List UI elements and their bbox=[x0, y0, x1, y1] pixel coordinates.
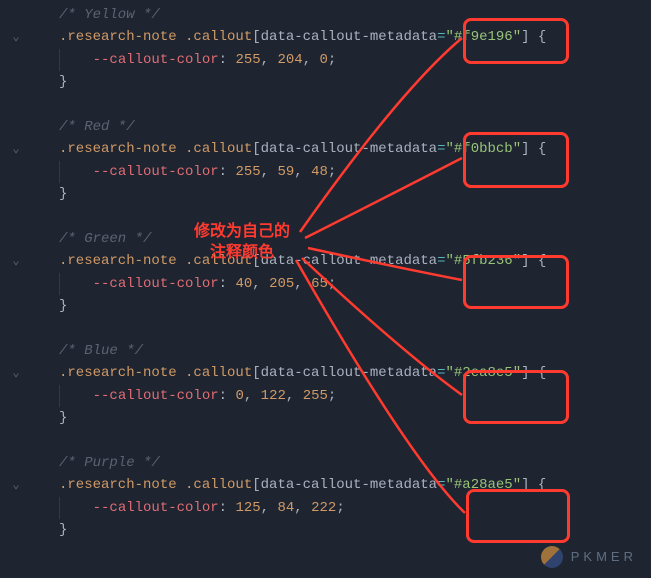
highlight-box bbox=[466, 489, 570, 543]
highlight-box bbox=[463, 370, 569, 424]
code-line[interactable]: /* Blue */ bbox=[8, 340, 651, 362]
selector: .research-note .callout bbox=[59, 365, 252, 381]
comment: /* Purple */ bbox=[59, 455, 160, 471]
annotation-label: 修改为自己的 注释颜色 bbox=[194, 222, 290, 264]
css-property: --callout-color bbox=[93, 52, 219, 68]
attribute-name: data-callout-metadata bbox=[261, 29, 437, 45]
watermark: PKMER bbox=[541, 546, 637, 568]
logo-icon bbox=[541, 546, 563, 568]
code-line[interactable] bbox=[8, 317, 651, 339]
code-line[interactable] bbox=[8, 206, 651, 228]
comment: /* Red */ bbox=[59, 119, 135, 135]
selector: .research-note .callout bbox=[59, 141, 252, 157]
highlight-box bbox=[463, 132, 569, 188]
fold-chevron-icon[interactable]: ⌄ bbox=[8, 364, 24, 383]
code-line[interactable]: /* Purple */ bbox=[8, 452, 651, 474]
attribute-name: data-callout-metadata bbox=[261, 141, 437, 157]
comment: /* Blue */ bbox=[59, 343, 143, 359]
attribute-name: data-callout-metadata bbox=[261, 477, 437, 493]
css-property: --callout-color bbox=[93, 276, 219, 292]
code-line[interactable]: } bbox=[8, 71, 651, 93]
highlight-box bbox=[463, 18, 569, 64]
css-property: --callout-color bbox=[93, 388, 219, 404]
fold-chevron-icon[interactable]: ⌄ bbox=[8, 140, 24, 159]
attribute-name: data-callout-metadata bbox=[261, 365, 437, 381]
code-line[interactable] bbox=[8, 94, 651, 116]
fold-chevron-icon[interactable]: ⌄ bbox=[8, 252, 24, 271]
fold-chevron-icon[interactable]: ⌄ bbox=[8, 28, 24, 47]
watermark-text: PKMER bbox=[571, 547, 637, 568]
selector: .research-note .callout bbox=[59, 29, 252, 45]
css-property: --callout-color bbox=[93, 164, 219, 180]
code-line[interactable]: /* Green */ bbox=[8, 228, 651, 250]
comment: /* Green */ bbox=[59, 231, 151, 247]
selector: .research-note .callout bbox=[59, 477, 252, 493]
code-line[interactable] bbox=[8, 429, 651, 451]
css-property: --callout-color bbox=[93, 500, 219, 516]
fold-chevron-icon[interactable]: ⌄ bbox=[8, 476, 24, 495]
comment: /* Yellow */ bbox=[59, 7, 160, 23]
highlight-box bbox=[463, 255, 569, 309]
